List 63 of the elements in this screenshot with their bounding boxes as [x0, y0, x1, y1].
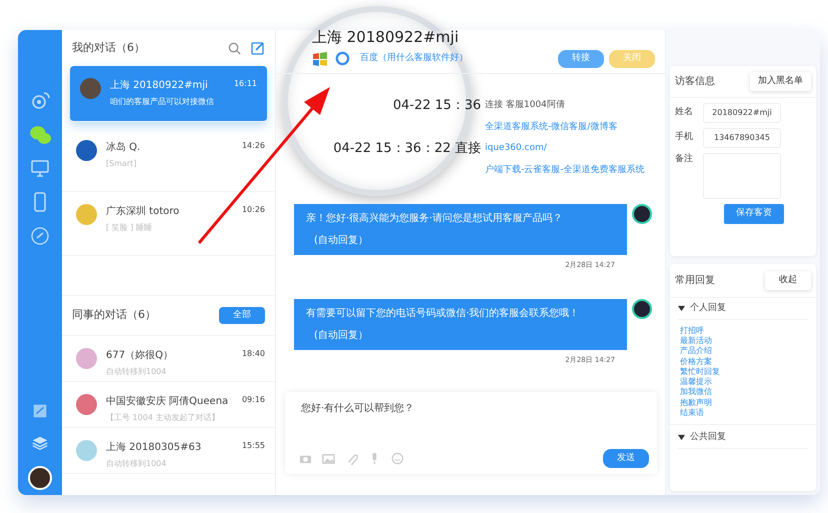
blacklist-button[interactable]: 加入黑名单	[750, 72, 811, 92]
contact-name: 上海 20180922#mji	[110, 78, 209, 93]
message-time: 16:11	[234, 78, 257, 90]
contact-name: 冰岛 Q.	[106, 140, 140, 155]
log-link[interactable]: 全渠道客服系统-微信客服/微博客	[485, 120, 618, 134]
collapse-button[interactable]: 收起	[765, 270, 811, 290]
message-preview: [Smart]	[106, 158, 138, 170]
reply-link[interactable]: 价格方案	[680, 356, 808, 367]
input-field[interactable]: 13467890345	[703, 128, 781, 148]
message-time: 10:26	[242, 204, 265, 216]
log-link[interactable]: ique360.com/	[485, 142, 547, 156]
message-preview: 自动转移到1004	[106, 366, 168, 378]
chat-list-item[interactable]: 广东深圳 totoro [ 笑脸 ] 睡睡 10:26	[62, 192, 275, 256]
field-label: 手机	[675, 131, 693, 144]
message-time: 09:16	[242, 394, 265, 406]
message-text: 亲！您好·很高兴能为您服务·请问您是想试用客服产品吗？	[306, 212, 564, 226]
source-link[interactable]: 百度（用什么客服软件好）	[360, 52, 468, 66]
reply-link[interactable]: 产品介绍	[680, 346, 808, 357]
contact-name: 中国安徽安庆 阿倩Queena	[106, 394, 228, 409]
field-label: 备注	[675, 153, 693, 166]
chat-list-item[interactable]: 上海 20180922#mji 咱们的客服产品可以对接微信 16:11	[70, 66, 267, 122]
message-time: 18:40	[242, 348, 265, 360]
message-preview: 咱们的客服产品可以对接微信	[110, 96, 214, 108]
contact-name: 上海 20180305#63	[106, 440, 202, 455]
save-button[interactable]: 保存客资	[724, 204, 784, 224]
message-preview: 【工号 1004 主动发起了对话】	[106, 412, 220, 424]
message-preview: [ 笑脸 ] 睡睡	[106, 222, 153, 234]
field-label: 姓名	[675, 106, 693, 120]
auto-reply-label: (自动回复）	[313, 234, 369, 248]
section-title: 同事的对话（6）	[72, 307, 156, 324]
transfer-button[interactable]: 转接	[558, 50, 604, 68]
message-text: 有需要可以留下您的电话号码或微信·我们的客服会联系您哦！	[306, 306, 580, 320]
contact-name: 广东深圳 totoro	[106, 204, 180, 219]
list-title: 我的对话（6）	[72, 40, 145, 56]
reply-link[interactable]: 最新活动	[680, 336, 808, 346]
auto-reply-label: (自动回复）	[313, 328, 369, 342]
reply-link[interactable]: 结束语	[680, 408, 808, 418]
chat-list-item[interactable]: 上海 20180305#63 自动转移到1004 15:55	[62, 428, 275, 474]
panel-title: 访客信息	[675, 74, 715, 89]
log-timestamp: 04-22 15：36：22 直接	[332, 140, 481, 158]
chat-title: 上海 20180922#mji	[312, 30, 460, 48]
log-text: 连接 客服1004阿倩	[485, 99, 565, 112]
reply-link[interactable]: 抱歉声明	[680, 398, 808, 408]
message-preview: 自动转移到1004	[106, 458, 168, 470]
send-button[interactable]: 发送	[603, 448, 649, 468]
chat-list-item[interactable]: 677（妳很Q） 自动转移到1004 18:40	[62, 336, 275, 382]
chat-list-item[interactable]: 中国安徽安庆 阿倩Queena 【工号 1004 主动发起了对话】 09:16	[62, 382, 275, 428]
message-time: 15:55	[242, 440, 265, 452]
input-field[interactable]: 20180922#mji	[703, 103, 781, 123]
message-input[interactable]: 您好·有什么可以帮到您？	[299, 400, 649, 417]
chat-list-item[interactable]: 冰岛 Q. [Smart] 14:26	[62, 128, 275, 192]
log-link[interactable]: 户端下载-云雀客服-全渠道免费客服系统	[485, 164, 644, 177]
group-header[interactable]: 公共回复	[678, 427, 808, 450]
panel-title: 常用回复	[675, 274, 715, 288]
all-button[interactable]: 全部	[219, 306, 265, 324]
message-time: 14:26	[242, 140, 265, 152]
group-header[interactable]: 个人回复	[678, 298, 808, 320]
contact-name: 677（妳很Q）	[106, 349, 173, 363]
reply-link[interactable]: 加我微信	[680, 387, 808, 398]
reply-link[interactable]: 打招呼	[680, 326, 808, 336]
log-timestamp: 04-22 15：36	[392, 97, 481, 115]
reply-link[interactable]: 温馨提示	[680, 377, 808, 388]
reply-link[interactable]: 繁忙时回复	[680, 366, 808, 378]
